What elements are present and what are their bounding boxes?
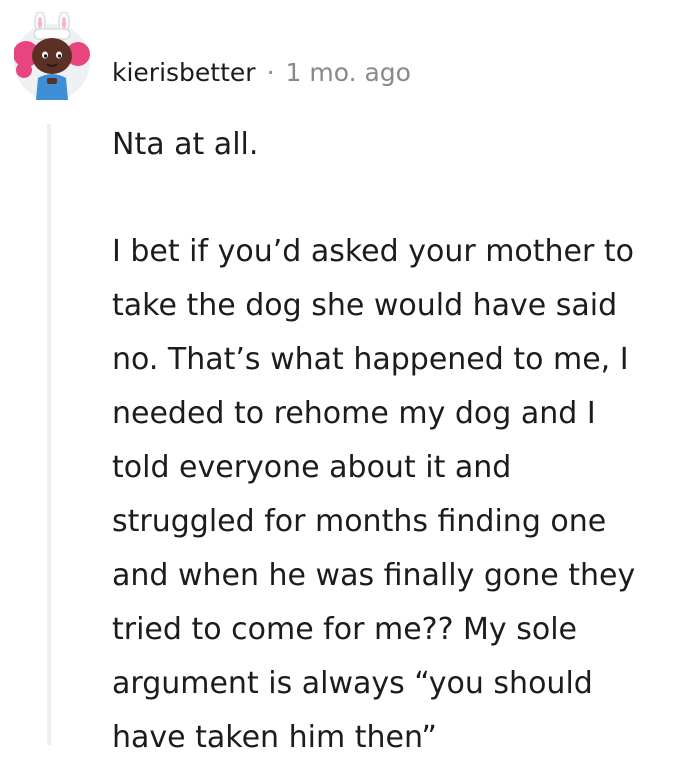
comment-line: and when he was finally gone they <box>112 558 636 593</box>
comment-line: argument is always “you should <box>112 666 593 701</box>
meta-separator: · <box>266 57 275 87</box>
comment-line: no. That’s what happened to me, I <box>112 342 629 377</box>
comment-line: struggled for months finding one <box>112 504 607 539</box>
comment-line: take the dog she would have said <box>112 288 618 323</box>
comment-meta: kierisbetter · 1 mo. ago <box>112 52 411 92</box>
comment-line: told everyone about it and <box>112 450 512 485</box>
comment-line: Nta at all. <box>112 127 259 162</box>
comment-age-link[interactable]: 1 mo. ago <box>286 58 411 87</box>
comment-line: needed to rehome my dog and I <box>112 396 596 431</box>
comment-body: Nta at all. I bet if you’d asked your mo… <box>112 118 697 765</box>
comment-line: have taken him then” <box>112 720 437 755</box>
comment-line: tried to come for me?? My sole <box>112 612 577 647</box>
comment-paragraph: I bet if you’d asked your mother to take… <box>112 225 697 765</box>
thread-collapse-line[interactable] <box>47 124 51 745</box>
comment-paragraph: Nta at all. <box>112 118 697 172</box>
username-link[interactable]: kierisbetter <box>112 58 256 87</box>
snoo-avatar-icon[interactable] <box>13 11 90 104</box>
comment-line: I bet if you’d asked your mother to <box>112 234 634 269</box>
